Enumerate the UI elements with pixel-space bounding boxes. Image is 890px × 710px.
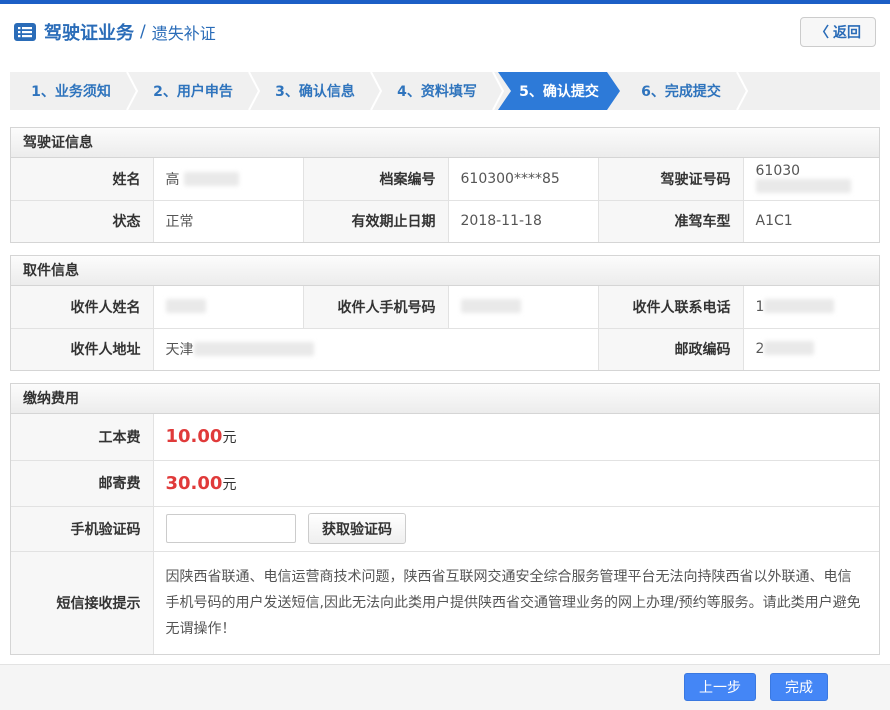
back-button-label: 返回 [833, 22, 861, 42]
back-button[interactable]: 〈 返回 [800, 17, 876, 47]
step-5-confirm-submit-active[interactable]: 5、确认提交 [498, 72, 620, 110]
work-fee-value: 10.00元 [153, 414, 879, 460]
step-separator [126, 72, 138, 110]
step-separator [248, 72, 260, 110]
sms-notice-text: 因陕西省联通、电信运营商技术问题，陕西省互联网交通安全综合服务管理平台无法向持陕… [153, 551, 879, 654]
step-label: 5、确认提交 [519, 81, 599, 101]
redaction-mask [194, 342, 314, 356]
mail-fee-value: 30.00元 [153, 460, 879, 506]
mail-fee-amount: 30.00 [166, 473, 223, 494]
postal-code-label: 邮政编码 [598, 328, 743, 370]
recipient-phone-label: 收件人联系电话 [598, 286, 743, 328]
page-header: 驾驶证业务 / 遗失补证 〈 返回 [0, 4, 890, 58]
name-value: 高 [153, 158, 303, 200]
redaction-mask [764, 299, 834, 313]
step-3-confirm-info[interactable]: 3、确认信息 [254, 72, 376, 110]
name-value-text: 高 [166, 172, 180, 188]
recipient-address-text: 天津 [166, 342, 194, 358]
page-title: 驾驶证业务 [44, 19, 134, 45]
table-row: 工本费 10.00元 [11, 414, 879, 460]
chevron-left-icon: 〈 [815, 22, 829, 42]
license-number-label: 驾驶证号码 [598, 158, 743, 200]
redaction-mask [184, 172, 239, 186]
pickup-info-table: 收件人姓名 收件人手机号码 收件人联系电话 1 收件人地址 天津 邮政编码 2 [11, 286, 879, 370]
step-1-business-notice[interactable]: 1、业务须知 [10, 72, 132, 110]
list-icon [14, 23, 36, 41]
previous-step-button[interactable]: 上一步 [684, 673, 756, 701]
table-row: 收件人姓名 收件人手机号码 收件人联系电话 1 [11, 286, 879, 328]
step-label: 3、确认信息 [275, 81, 355, 101]
valid-until-label: 有效期止日期 [303, 200, 448, 242]
mail-fee-unit: 元 [222, 477, 236, 493]
footer-action-bar: 上一步 完成 [0, 664, 890, 710]
step-4-fill-materials[interactable]: 4、资料填写 [376, 72, 498, 110]
table-row: 手机验证码 获取验证码 [11, 506, 879, 551]
work-fee-label: 工本费 [11, 414, 153, 460]
finish-button[interactable]: 完成 [770, 673, 828, 701]
title-separator: / [140, 22, 146, 42]
recipient-mobile-label: 收件人手机号码 [303, 286, 448, 328]
step-separator [370, 72, 382, 110]
work-fee-unit: 元 [222, 430, 236, 446]
table-row: 姓名 高 档案编号 610300****85 驾驶证号码 61030 [11, 158, 879, 200]
pickup-info-section: 取件信息 收件人姓名 收件人手机号码 收件人联系电话 1 收件人地址 天津 邮政… [10, 255, 880, 371]
table-row: 收件人地址 天津 邮政编码 2 [11, 328, 879, 370]
redaction-mask [756, 179, 851, 193]
step-2-user-declaration[interactable]: 2、用户申告 [132, 72, 254, 110]
step-label: 1、业务须知 [31, 81, 111, 101]
recipient-mobile-value [448, 286, 598, 328]
sms-code-label: 手机验证码 [11, 506, 153, 551]
step-label: 4、资料填写 [397, 81, 477, 101]
step-separator [736, 72, 748, 110]
name-label: 姓名 [11, 158, 153, 200]
redaction-mask [764, 341, 814, 355]
redaction-mask [166, 299, 206, 313]
license-number-value: 61030 [743, 158, 879, 200]
fees-table: 工本费 10.00元 邮寄费 30.00元 手机验证码 获取验证码 短信接收提示… [11, 414, 879, 654]
step-wizard: 1、业务须知 2、用户申告 3、确认信息 4、资料填写 5、确认提交 6、完成提… [10, 72, 880, 110]
status-label: 状态 [11, 200, 153, 242]
vehicle-class-value: A1C1 [743, 200, 879, 242]
recipient-phone-value: 1 [743, 286, 879, 328]
recipient-address-label: 收件人地址 [11, 328, 153, 370]
table-row: 短信接收提示 因陕西省联通、电信运营商技术问题，陕西省互联网交通安全综合服务管理… [11, 551, 879, 654]
redaction-mask [461, 299, 521, 313]
mail-fee-label: 邮寄费 [11, 460, 153, 506]
sms-code-cell: 获取验证码 [153, 506, 879, 551]
fees-section-title: 缴纳费用 [11, 384, 879, 414]
recipient-address-value: 天津 [153, 328, 598, 370]
step-label: 2、用户申告 [153, 81, 233, 101]
work-fee-amount: 10.00 [166, 426, 223, 447]
recipient-name-label: 收件人姓名 [11, 286, 153, 328]
step-6-complete-submit[interactable]: 6、完成提交 [620, 72, 742, 110]
license-section-title: 驾驶证信息 [11, 128, 879, 158]
sms-notice-label: 短信接收提示 [11, 551, 153, 654]
postal-code-value: 2 [743, 328, 879, 370]
postal-code-text: 2 [756, 341, 765, 357]
page-subtitle: 遗失补证 [152, 20, 216, 44]
recipient-name-value [153, 286, 303, 328]
file-number-label: 档案编号 [303, 158, 448, 200]
file-number-value: 610300****85 [448, 158, 598, 200]
license-info-section: 驾驶证信息 姓名 高 档案编号 610300****85 驾驶证号码 61030… [10, 127, 880, 243]
table-row: 状态 正常 有效期止日期 2018-11-18 准驾车型 A1C1 [11, 200, 879, 242]
table-row: 邮寄费 30.00元 [11, 460, 879, 506]
license-number-text: 61030 [756, 163, 801, 179]
step-label: 6、完成提交 [641, 81, 721, 101]
sms-code-input[interactable] [166, 514, 296, 543]
recipient-phone-text: 1 [756, 299, 765, 315]
get-sms-code-button[interactable]: 获取验证码 [308, 513, 406, 544]
fees-section: 缴纳费用 工本费 10.00元 邮寄费 30.00元 手机验证码 获取验证码 短… [10, 383, 880, 655]
status-value: 正常 [153, 200, 303, 242]
pickup-section-title: 取件信息 [11, 256, 879, 286]
valid-until-value: 2018-11-18 [448, 200, 598, 242]
license-info-table: 姓名 高 档案编号 610300****85 驾驶证号码 61030 状态 正常… [11, 158, 879, 242]
vehicle-class-label: 准驾车型 [598, 200, 743, 242]
